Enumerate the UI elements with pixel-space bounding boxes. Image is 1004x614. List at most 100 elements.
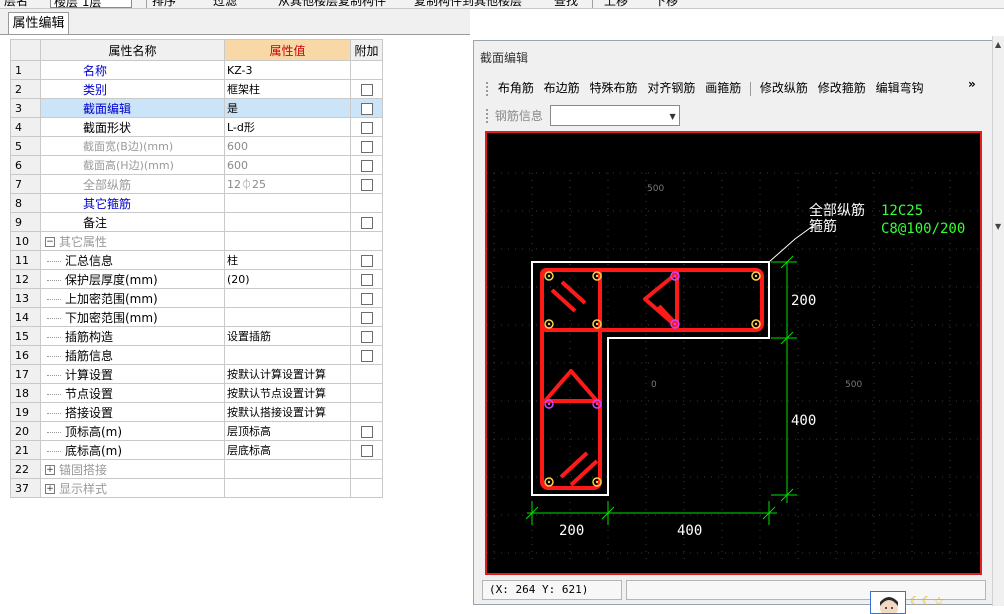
grid-row[interactable]: 10− 其它属性 xyxy=(10,231,383,251)
move-down-button[interactable]: 下移 xyxy=(654,0,678,8)
attach-checkbox[interactable] xyxy=(360,102,373,115)
attach-checkbox[interactable] xyxy=(360,330,373,343)
property-value-cell[interactable] xyxy=(224,231,351,251)
hook-bottom[interactable] xyxy=(559,451,599,487)
place-corner-rebar-button[interactable]: 布角筋 xyxy=(495,78,537,98)
attach-checkbox[interactable] xyxy=(360,425,373,438)
grid-row[interactable]: 13 上加密范围(mm) xyxy=(10,288,383,308)
attach-checkbox[interactable] xyxy=(360,254,373,267)
property-value-cell[interactable] xyxy=(224,212,351,232)
copy-from-floor-button[interactable]: 从其他楼层复制构件 xyxy=(278,0,386,8)
expand-icon[interactable]: + xyxy=(45,465,55,475)
attach-checkbox[interactable] xyxy=(360,273,373,286)
toolbar-overflow-button[interactable]: » xyxy=(968,77,976,91)
special-rebar-button[interactable]: 特殊布筋 xyxy=(587,78,641,98)
scroll-up-icon[interactable]: ▲ xyxy=(995,40,1001,49)
property-value-cell[interactable] xyxy=(224,478,351,498)
property-name-cell: 插筋信息 xyxy=(40,345,225,365)
grid-row[interactable]: 19 搭接设置 按默认搭接设置计算 xyxy=(10,402,383,422)
property-value-cell[interactable]: 框架柱 xyxy=(224,79,351,99)
property-value-cell[interactable] xyxy=(224,307,351,327)
attach-checkbox[interactable] xyxy=(360,83,373,96)
grid-row[interactable]: 8 其它箍筋 xyxy=(10,193,383,213)
grid-row[interactable]: 4 截面形状 L-d形 xyxy=(10,117,383,137)
grid-row[interactable]: 37 + 显示样式 xyxy=(10,478,383,498)
grid-row[interactable]: 6 截面高(H边)(mm) 600 xyxy=(10,155,383,175)
attach-checkbox[interactable] xyxy=(360,216,373,229)
align-rebar-button[interactable]: 对齐钢筋 xyxy=(644,78,698,98)
attach-checkbox[interactable] xyxy=(360,159,373,172)
attach-checkbox[interactable] xyxy=(360,311,373,324)
property-name: 插筋信息 xyxy=(65,348,114,363)
property-value-cell[interactable]: 设置插筋 xyxy=(224,326,351,346)
property-value-cell[interactable] xyxy=(224,345,351,365)
property-value-cell[interactable]: 600 xyxy=(224,136,351,156)
stirrup-left[interactable] xyxy=(540,268,602,490)
hook-top-left[interactable] xyxy=(550,280,587,313)
property-value-cell[interactable]: 是 xyxy=(224,98,351,118)
attach-checkbox[interactable] xyxy=(360,349,373,362)
grid-row[interactable]: 3 截面编辑 是 xyxy=(10,98,383,118)
section-canvas[interactable]: 500 500 0 全部纵筋 12C25 箍筋 C8@100/200 200 4… xyxy=(485,131,982,575)
tab-property-edit[interactable]: 属性编辑 xyxy=(8,12,69,35)
expand-icon[interactable]: + xyxy=(45,484,55,494)
vertical-scrollbar[interactable]: ▲ ▼ xyxy=(992,36,1004,606)
place-edge-rebar-button[interactable]: 布边筋 xyxy=(541,78,583,98)
row-number: 22 xyxy=(10,459,41,479)
grid-row[interactable]: 5 截面宽(B边)(mm) 600 xyxy=(10,136,383,156)
modify-stirrup-button[interactable]: 修改箍筋 xyxy=(815,78,869,98)
tie-diamond-left[interactable] xyxy=(543,369,599,403)
collapse-icon[interactable]: − xyxy=(45,237,55,247)
property-value-cell[interactable]: KZ-3 xyxy=(224,60,351,80)
property-value-cell[interactable] xyxy=(224,193,351,213)
grid-row[interactable]: 1 名称 KZ-3 xyxy=(10,60,383,80)
property-value-cell[interactable]: 柱 xyxy=(224,250,351,270)
grid-row[interactable]: 20 顶标高(m) 层顶标高 xyxy=(10,421,383,441)
property-value-cell[interactable]: 层底标高 xyxy=(224,440,351,460)
property-value-cell[interactable]: (20) xyxy=(224,269,351,289)
section-drawing[interactable]: 500 500 0 全部纵筋 12C25 箍筋 C8@100/200 200 4… xyxy=(487,133,980,573)
floor-name-label: 层名 xyxy=(4,0,29,8)
copy-to-floor-button[interactable]: 复制构件到其他楼层 xyxy=(414,0,522,8)
attach-checkbox[interactable] xyxy=(360,178,373,191)
avatar[interactable] xyxy=(870,591,906,614)
property-value-cell[interactable]: 按默认计算设置计算 xyxy=(224,364,351,384)
draw-stirrup-button[interactable]: 画箍筋 xyxy=(702,78,744,98)
grid-row[interactable]: 15 插筋构造 设置插筋 xyxy=(10,326,383,346)
assistant-widget[interactable]: ☾☾☆ xyxy=(870,591,990,614)
grid-row[interactable]: 21 底标高(m) 层底标高 xyxy=(10,440,383,460)
edit-hook-button[interactable]: 编辑弯钩 xyxy=(873,78,927,98)
attach-checkbox[interactable] xyxy=(360,121,373,134)
move-up-button[interactable]: 上移 xyxy=(604,0,628,8)
property-value-cell[interactable]: 按默认搭接设置计算 xyxy=(224,402,351,422)
property-value-cell[interactable]: L-d形 xyxy=(224,117,351,137)
grid-row[interactable]: 11 汇总信息 柱 xyxy=(10,250,383,270)
property-value-cell[interactable]: 层顶标高 xyxy=(224,421,351,441)
stirrup-top[interactable] xyxy=(540,268,764,332)
grid-row[interactable]: 14 下加密范围(mm) xyxy=(10,307,383,327)
grid-row[interactable]: 16 插筋信息 xyxy=(10,345,383,365)
property-value-cell[interactable]: 600 xyxy=(224,155,351,175)
find-button[interactable]: 查找 xyxy=(554,0,578,8)
floor-select[interactable]: 楼层 1层 xyxy=(50,0,132,8)
property-value-cell[interactable] xyxy=(224,459,351,479)
grid-row[interactable]: 9 备注 xyxy=(10,212,383,232)
property-value-cell[interactable] xyxy=(224,288,351,308)
grid-row[interactable]: 2 类别 框架柱 xyxy=(10,79,383,99)
grid-row[interactable]: 7 全部纵筋 12⏀25 xyxy=(10,174,383,194)
filter-button[interactable]: 过滤 xyxy=(213,0,237,8)
sort-button[interactable]: 排序 xyxy=(152,0,176,8)
grid-row[interactable]: 12 保护层厚度(mm) (20) xyxy=(10,269,383,289)
property-value-cell[interactable]: 按默认节点设置计算 xyxy=(224,383,351,403)
attach-checkbox[interactable] xyxy=(360,292,373,305)
modify-longitudinal-button[interactable]: 修改纵筋 xyxy=(757,78,811,98)
grid-row[interactable]: 17 计算设置 按默认计算设置计算 xyxy=(10,364,383,384)
attach-checkbox[interactable] xyxy=(360,444,373,457)
scroll-down-icon[interactable]: ▼ xyxy=(995,222,1001,231)
property-value-cell[interactable]: 12⏀25 xyxy=(224,174,351,194)
stirrup-group[interactable] xyxy=(540,268,764,490)
grid-row[interactable]: 18 节点设置 按默认节点设置计算 xyxy=(10,383,383,403)
attach-checkbox[interactable] xyxy=(360,140,373,153)
grid-row[interactable]: 22 + 锚固搭接 xyxy=(10,459,383,479)
rebar-info-dropdown[interactable]: ▼ xyxy=(549,105,680,126)
